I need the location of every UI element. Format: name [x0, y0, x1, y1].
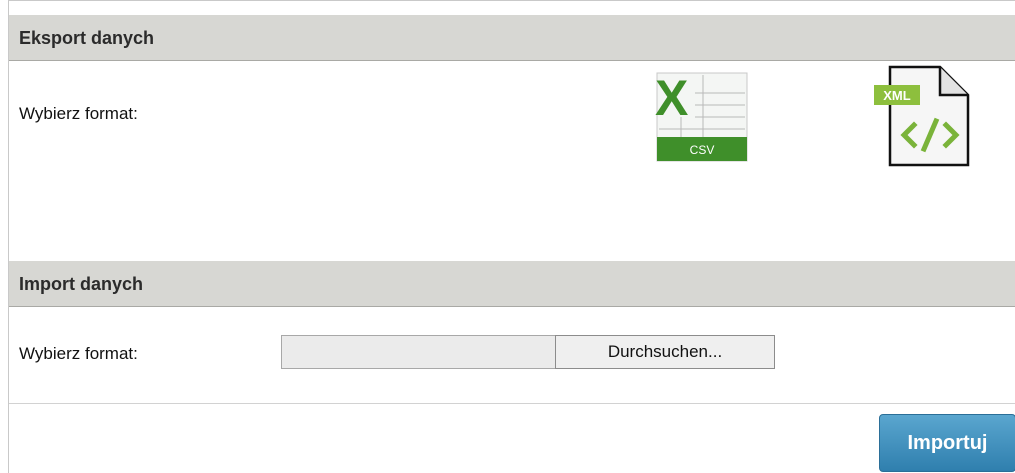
data-panel: Eksport danych Wybierz format: X CSV XML…	[8, 0, 1015, 473]
xml-export-button[interactable]: XML	[868, 61, 974, 169]
xml-file-icon: XML	[874, 65, 970, 167]
browse-button[interactable]: Durchsuchen...	[555, 335, 775, 369]
csv-export-button[interactable]: X CSV	[651, 70, 751, 163]
svg-text:X: X	[655, 71, 688, 126]
file-path-display[interactable]	[281, 335, 555, 369]
import-format-label: Wybierz format:	[19, 344, 138, 363]
file-upload-field[interactable]: Durchsuchen...	[281, 335, 775, 369]
csv-file-icon: X CSV	[655, 70, 748, 162]
export-format-label: Wybierz format:	[19, 104, 138, 123]
import-button[interactable]: Importuj	[879, 414, 1015, 472]
xml-badge: XML	[883, 88, 911, 103]
divider	[9, 403, 1015, 404]
import-section-header: Import danych	[9, 261, 1015, 307]
csv-badge: CSV	[690, 143, 715, 157]
export-section-header: Eksport danych	[9, 15, 1015, 61]
